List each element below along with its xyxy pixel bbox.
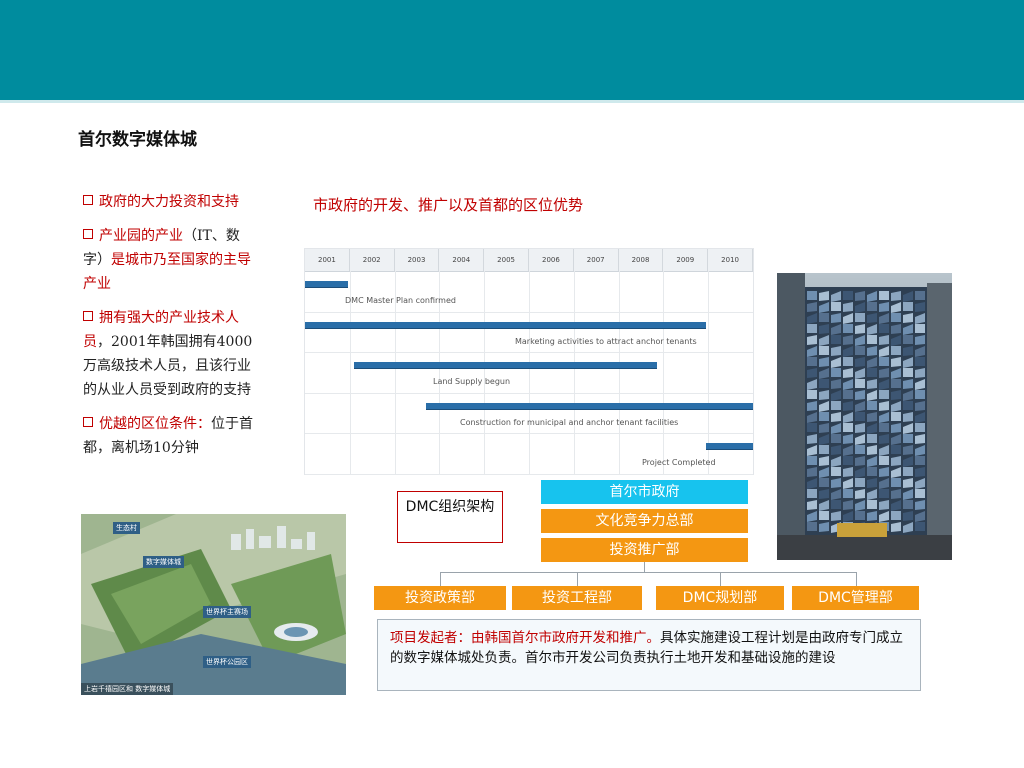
timeline-bar — [425, 402, 753, 410]
year-label: 2001 — [305, 249, 350, 271]
bullet-list: 政府的大力投资和支持 产业园的产业（IT、数字）是城市乃至国家的主导产业 拥有强… — [83, 190, 259, 510]
timeline-bar — [305, 321, 706, 329]
org-node-dept: 投资工程部 — [512, 586, 642, 610]
bullet-text: ，2001年韩国拥有4000万高级技术人员，且该行业的从业人员受到政府的支持 — [83, 334, 253, 398]
org-connector — [440, 572, 441, 586]
year-label: 2010 — [708, 249, 753, 271]
org-node-dept: DMC管理部 — [792, 586, 919, 610]
org-connector — [440, 572, 856, 573]
timeline-bar-label: Marketing activities to attract anchor t… — [515, 336, 697, 346]
timeline-bar — [354, 362, 657, 370]
grid-line — [573, 271, 575, 474]
timeline-bar — [305, 281, 348, 288]
grid-line — [484, 271, 486, 474]
year-label: 2006 — [529, 249, 574, 271]
bullet-item: 拥有强大的产业技术人员，2001年韩国拥有4000万高级技术人员，且该行业的从业… — [83, 306, 259, 402]
grid-line — [663, 271, 665, 474]
grid-line — [618, 271, 620, 474]
year-label: 2007 — [574, 249, 619, 271]
org-connector — [644, 562, 645, 572]
slide-title: 首尔数字媒体城 — [78, 130, 197, 150]
square-bullet-icon — [83, 195, 93, 205]
map-label: 世界杯主赛场 — [203, 606, 251, 618]
map-label: 数字媒体城 — [143, 556, 184, 568]
note-box: 项目发起者：由韩国首尔市政府开发和推广。具体实施建设工程计划是由政府专门成立的数… — [377, 619, 921, 691]
square-bullet-icon — [83, 229, 93, 239]
square-bullet-icon — [83, 311, 93, 321]
bullet-item: 产业园的产业（IT、数字）是城市乃至国家的主导产业 — [83, 224, 259, 296]
bullet-item: 政府的大力投资和支持 — [83, 190, 259, 214]
building-photo — [777, 273, 952, 560]
grid-line — [305, 392, 753, 394]
org-connector — [720, 572, 721, 586]
org-connector — [577, 572, 578, 586]
grid-line — [305, 352, 753, 354]
grid-line — [529, 271, 530, 474]
bullet-text: 产业园的产业 — [99, 228, 183, 244]
grid-line — [305, 474, 753, 475]
year-header: 2001 2002 2003 2004 2005 2006 2007 2008 2009 2010 — [305, 249, 753, 272]
year-label: 2004 — [439, 249, 485, 271]
year-label: 2009 — [663, 249, 709, 271]
map-label: 生态村 — [113, 522, 140, 534]
timeline-bar-label: Construction for municipal and anchor te… — [460, 417, 679, 427]
grid-line — [305, 311, 753, 313]
map-caption: 上岩千禧园区和 数字媒体城 — [81, 683, 174, 695]
note-highlight: 项目发起者：由韩国首尔市政府开发和推广。 — [390, 630, 660, 646]
timeline-chart: 2001 2002 2003 2004 2005 2006 2007 2008 2009 2010… — [304, 248, 754, 475]
bullet-text: 优越的区位条件： — [99, 416, 211, 432]
org-node-culture-hq: 文化竞争力总部 — [541, 509, 748, 533]
header-bar — [0, 0, 1024, 103]
org-node-investment-promotion: 投资推广部 — [541, 538, 748, 562]
org-node-dept: DMC规划部 — [656, 586, 784, 610]
year-label: 2008 — [619, 249, 664, 271]
timeline-bar — [705, 443, 753, 451]
grid-line — [305, 433, 753, 435]
map-label: 世界杯公园区 — [203, 656, 251, 668]
year-label: 2003 — [395, 249, 440, 271]
timeline-bar-label: DMC Master Plan confirmed — [345, 296, 456, 305]
org-chart-label: DMC组织架构 — [397, 491, 503, 543]
year-label: 2002 — [350, 249, 395, 271]
timeline-bar-label: Project Completed — [642, 458, 716, 468]
bullet-text: 政府的大力投资和支持 — [99, 194, 239, 210]
year-label: 2005 — [484, 249, 529, 271]
org-node-city-government: 首尔市政府 — [541, 480, 748, 504]
bullet-item: 优越的区位条件：位于首都，离机场10分钟 — [83, 412, 259, 460]
district-map-image: 生态村 数字媒体城 世界杯主赛场 世界杯公园区 上岩千禧园区和 数字媒体城 — [81, 514, 346, 695]
org-node-dept: 投资政策部 — [374, 586, 506, 610]
timeline-bar-label: Land Supply begun — [433, 377, 511, 387]
org-connector — [856, 572, 857, 586]
section-subtitle: 市政府的开发、推广以及首都的区位优势 — [313, 196, 584, 214]
square-bullet-icon — [83, 417, 93, 427]
